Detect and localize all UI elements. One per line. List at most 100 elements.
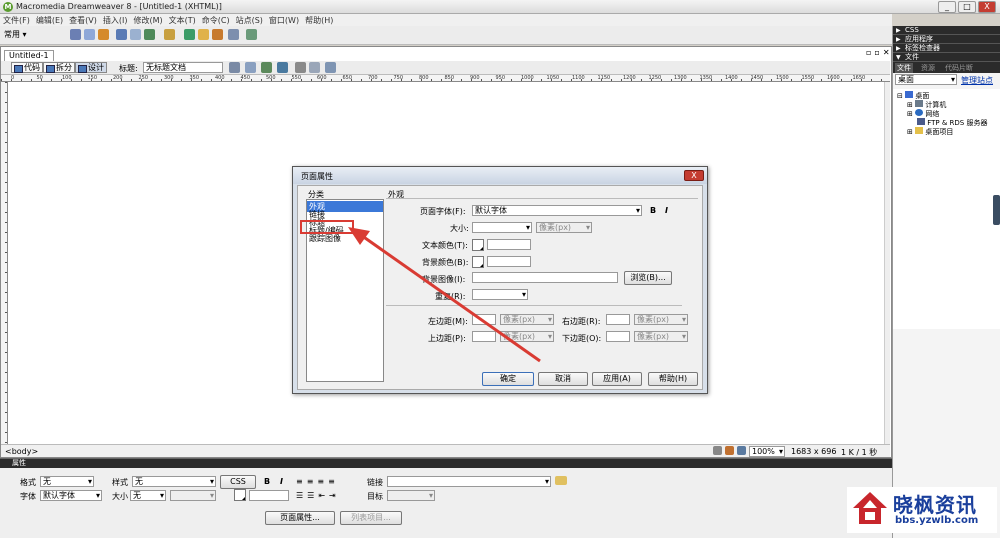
browse-folder-icon[interactable] xyxy=(555,476,567,485)
document-window-controls[interactable]: ▫▫✕ xyxy=(866,48,893,57)
tree-item-desktop-items[interactable]: ⊞ 桌面项目 xyxy=(907,127,953,137)
panel-tag-inspector[interactable]: 标签检查器 xyxy=(893,44,1000,53)
preview-icon[interactable] xyxy=(245,62,256,73)
view-options-icon[interactable] xyxy=(309,62,320,73)
dialog-italic-button[interactable]: I xyxy=(665,206,668,215)
font-label: 字体 xyxy=(20,492,36,501)
download-size: 1 K / 1 秒 xyxy=(841,448,878,457)
link-input[interactable] xyxy=(387,476,551,487)
minimize-button[interactable]: _ xyxy=(938,1,956,13)
browser-check-icon[interactable] xyxy=(277,62,288,73)
files-location-select[interactable]: 桌面 xyxy=(895,74,957,85)
category-tracing-image[interactable]: 跟踪图像 xyxy=(309,233,341,244)
ruler-label: 650 xyxy=(342,75,353,81)
tab-files[interactable]: 文件 xyxy=(895,63,913,73)
panel-collapse-handle[interactable] xyxy=(993,195,1000,225)
properties-panel: 属性 格式 无 样式 无 CSS B I ≡≡≡≡ 链接 字体 默认字体 大小 … xyxy=(0,458,892,538)
code-view-button[interactable]: 代码 xyxy=(11,62,43,73)
title-bar: M Macromedia Dreamweaver 8 - [Untitled-1… xyxy=(0,0,1000,14)
ruler-label: 150 xyxy=(87,75,98,81)
tab-assets[interactable]: 资源 xyxy=(921,63,935,73)
doc-title-input[interactable]: 无标题文档 xyxy=(143,62,223,73)
css-button[interactable]: CSS xyxy=(220,475,256,489)
size-unit-select xyxy=(170,490,216,501)
select-tool-icon[interactable] xyxy=(713,446,722,455)
close-button[interactable]: X xyxy=(978,1,996,13)
layer-icon[interactable] xyxy=(130,29,141,40)
browse-button[interactable]: 浏览(B)... xyxy=(624,271,672,285)
list-indent-buttons[interactable]: ☰☰⇤⇥ xyxy=(296,491,340,500)
size-select[interactable]: 无 xyxy=(130,490,166,501)
email-link-icon[interactable] xyxy=(84,29,95,40)
image-icon[interactable] xyxy=(144,29,155,40)
apply-button[interactable]: 应用(A) xyxy=(592,372,642,386)
file-management-icon[interactable] xyxy=(229,62,240,73)
tab-snippets[interactable]: 代码片断 xyxy=(945,63,973,73)
insert-category-label: 常用 xyxy=(4,30,20,39)
panel-files[interactable]: 文件 xyxy=(893,53,1000,62)
tag-chooser-icon[interactable] xyxy=(246,29,257,40)
align-buttons[interactable]: ≡≡≡≡ xyxy=(296,477,339,486)
page-font-select[interactable]: 默认字体 xyxy=(472,205,642,216)
tree-label-ftp: FTP & RDS 服务器 xyxy=(927,119,988,127)
ruler-label: 550 xyxy=(291,75,302,81)
document-tab[interactable]: Untitled-1 xyxy=(4,50,54,61)
visual-aids-icon[interactable] xyxy=(325,62,336,73)
right-margin-input[interactable] xyxy=(606,314,630,325)
help-button[interactable]: 帮助(H) xyxy=(648,372,698,386)
split-view-button[interactable]: 拆分 xyxy=(43,62,75,73)
ok-button[interactable]: 确定 xyxy=(482,372,534,386)
design-view-button[interactable]: 设计 xyxy=(75,62,107,73)
hyperlink-icon[interactable] xyxy=(70,29,81,40)
font-select[interactable]: 默认字体 xyxy=(40,490,102,501)
zoom-tool-icon[interactable] xyxy=(737,446,746,455)
vertical-scrollbar[interactable] xyxy=(884,82,890,444)
format-label: 格式 xyxy=(20,478,36,487)
named-anchor-icon[interactable] xyxy=(98,29,109,40)
dialog-bold-button[interactable]: B xyxy=(650,206,656,215)
ruler-label: 1250 xyxy=(648,75,662,81)
tag-selector[interactable]: <body> xyxy=(5,447,38,456)
italic-button[interactable]: I xyxy=(280,477,283,486)
zoom-select[interactable]: 100% xyxy=(749,446,785,457)
ruler-label: 800 xyxy=(419,75,429,81)
properties-header[interactable]: 属性 xyxy=(0,459,892,468)
menu-bar: 文件(F) 编辑(E) 查看(V) 插入(I) 修改(M) 文本(T) 命令(C) 站点(S)… xyxy=(0,14,892,26)
hand-tool-icon[interactable] xyxy=(725,446,734,455)
refresh-icon[interactable] xyxy=(295,62,306,73)
restore-button[interactable]: □ xyxy=(958,1,976,13)
panel-application[interactable]: 应用程序 xyxy=(893,35,1000,44)
bottom-margin-input[interactable] xyxy=(606,331,630,342)
manage-sites-link[interactable]: 管理站点 xyxy=(961,75,993,86)
format-select[interactable]: 无 xyxy=(40,476,94,487)
ruler-label: 350 xyxy=(189,75,200,81)
insert-category-dropdown[interactable]: 常用 ▾ xyxy=(4,29,27,40)
template-icon[interactable] xyxy=(212,29,223,40)
date-icon[interactable] xyxy=(184,29,195,40)
ruler-label: 1300 xyxy=(674,75,687,81)
list-item-button: 列表项目... xyxy=(340,511,402,525)
dialog-title: 页面属性 xyxy=(293,167,707,184)
watermark-url: bbs.yzwlb.com xyxy=(895,515,979,526)
text-color-swatch[interactable] xyxy=(234,489,246,501)
dreamweaver-logo-icon: M xyxy=(3,2,13,12)
comment-icon[interactable] xyxy=(198,29,209,40)
page-properties-button[interactable]: 页面属性... xyxy=(265,511,335,525)
panel-css[interactable]: CSS xyxy=(893,26,1000,35)
media-icon[interactable] xyxy=(164,29,175,40)
window-title: Macromedia Dreamweaver 8 - [Untitled-1 (… xyxy=(16,2,222,11)
text-color-input[interactable] xyxy=(249,490,289,501)
head-icon[interactable] xyxy=(228,29,239,40)
ruler-label: 1350 xyxy=(699,75,713,81)
ruler-label: 1050 xyxy=(546,75,560,81)
validate-icon[interactable] xyxy=(261,62,272,73)
ruler-label: 1650 xyxy=(852,75,866,81)
bold-button[interactable]: B xyxy=(264,477,270,486)
dialog-close-button[interactable]: X xyxy=(684,170,704,181)
table-icon[interactable] xyxy=(116,29,127,40)
window-size[interactable]: 1683 x 696 xyxy=(791,447,836,456)
network-icon xyxy=(915,109,924,116)
ruler-label: 700 xyxy=(368,75,378,81)
style-select[interactable]: 无 xyxy=(132,476,216,487)
cancel-button[interactable]: 取消 xyxy=(538,372,588,386)
